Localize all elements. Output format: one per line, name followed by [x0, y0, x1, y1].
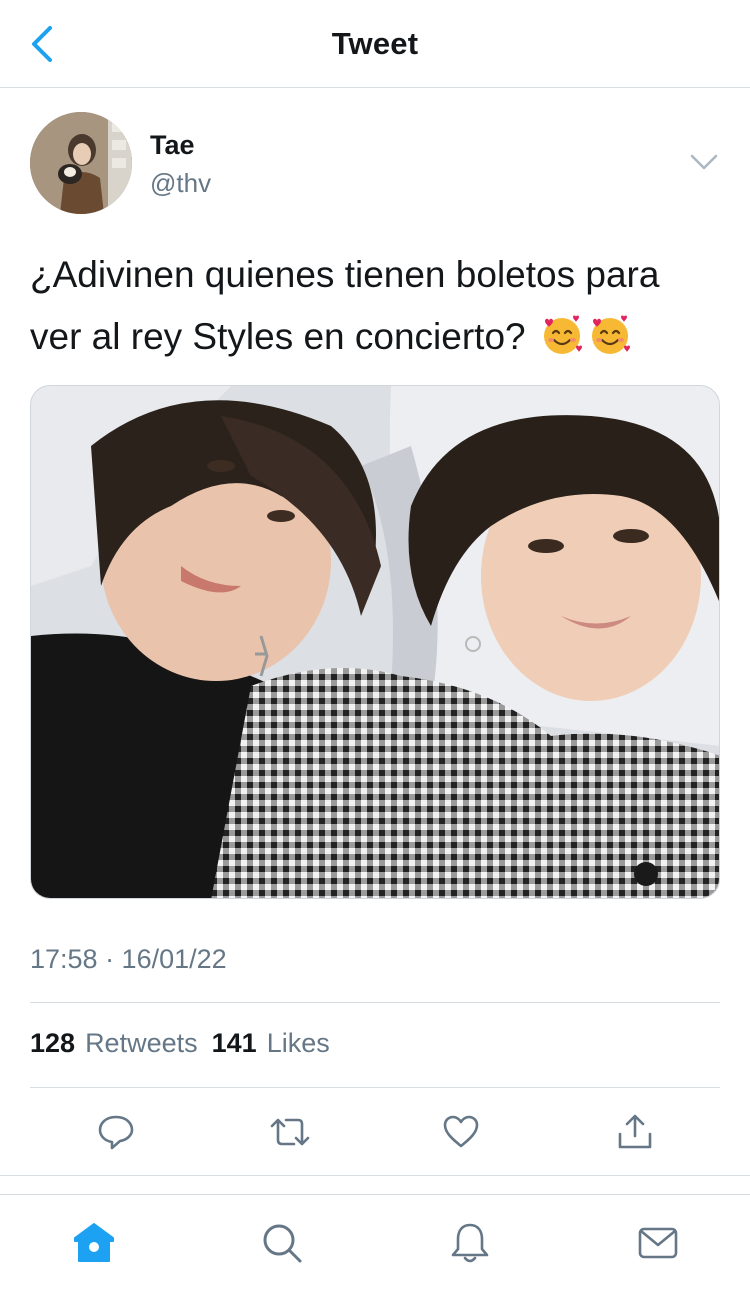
share-button[interactable]	[611, 1108, 659, 1156]
likes-count[interactable]: 141	[212, 1028, 257, 1059]
page-title: Tweet	[331, 25, 419, 61]
divider	[30, 1002, 720, 1003]
like-icon	[443, 1115, 479, 1148]
header-bar: Tweet	[0, 0, 750, 88]
like-button[interactable]	[437, 1108, 485, 1156]
reply-button[interactable]	[92, 1108, 140, 1156]
retweet-button[interactable]	[266, 1108, 314, 1156]
tweet-media-photo[interactable]	[30, 385, 720, 899]
retweets-count[interactable]: 128	[30, 1028, 75, 1059]
divider	[30, 1087, 720, 1088]
share-icon	[618, 1114, 652, 1149]
author-handle[interactable]: @thv	[150, 168, 211, 199]
tab-home[interactable]	[70, 1219, 118, 1267]
smiling-face-with-hearts-emoji	[591, 315, 630, 354]
retweet-icon	[270, 1118, 310, 1146]
search-icon	[263, 1224, 302, 1263]
retweets-label[interactable]: Retweets	[85, 1028, 198, 1059]
bottom-tab-bar	[0, 1194, 750, 1294]
divider	[0, 1175, 750, 1176]
home-icon	[74, 1223, 114, 1262]
more-options-button[interactable]	[688, 150, 720, 174]
chevron-down-icon	[690, 154, 718, 170]
tweet-timestamp: 17:58 · 16/01/22	[30, 944, 227, 974]
tweet-action-bar	[0, 1100, 750, 1164]
back-button[interactable]	[22, 22, 62, 66]
avatar[interactable]	[30, 112, 132, 214]
tab-search[interactable]	[258, 1219, 306, 1267]
tweet-text: ¿Adivinen quienes tienen boletos para ve…	[30, 244, 720, 368]
chevron-left-icon	[32, 26, 52, 62]
tweet-author: Tae @thv	[30, 112, 720, 216]
photo-image	[31, 386, 719, 898]
reply-icon	[98, 1115, 134, 1150]
messages-icon	[638, 1227, 678, 1259]
tab-notifications[interactable]	[446, 1219, 494, 1267]
smiling-face-with-hearts-emoji	[543, 315, 582, 354]
tab-messages[interactable]	[634, 1219, 682, 1267]
tweet-detail-screen: Tweet Tae @thv ¿Adivinen quienes tienen …	[0, 0, 750, 1294]
notifications-icon	[451, 1223, 489, 1263]
avatar-image	[30, 112, 132, 214]
likes-label[interactable]: Likes	[267, 1028, 330, 1059]
author-name[interactable]: Tae	[150, 130, 195, 161]
tweet-stats: 128 Retweets 141 Likes	[30, 1028, 344, 1059]
